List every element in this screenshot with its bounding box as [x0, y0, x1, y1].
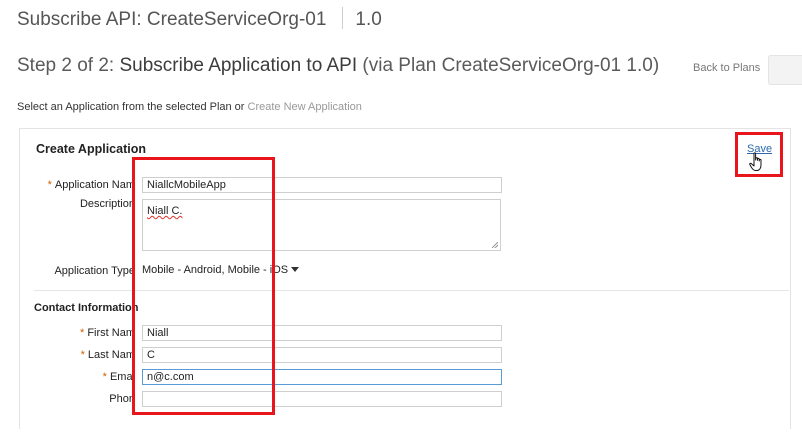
title-divider [342, 7, 344, 29]
form-fields-highlight [132, 157, 275, 415]
step-plan: (via Plan CreateServiceOrg-01 1.0) [362, 55, 660, 76]
first-name-label: * First Nam [80, 327, 135, 339]
application-type-label: Application Type [54, 265, 135, 277]
intro-sentence: Select an Application from the selected … [17, 101, 245, 113]
email-label: * Emai [102, 371, 135, 383]
hand-cursor-icon [749, 152, 762, 171]
resize-handle-icon[interactable] [492, 242, 498, 248]
step-title: Step 2 of 2: Subscribe Application to AP… [17, 55, 659, 77]
step-prefix: Step 2 of 2: [17, 55, 115, 76]
last-name-label: * Last Nam [80, 349, 135, 361]
api-version: 1.0 [355, 9, 382, 30]
back-to-plans-link[interactable]: Back to Plans [693, 62, 760, 74]
page-title-text: Subscribe API: CreateServiceOrg-01 [17, 9, 327, 30]
dropdown-caret-icon[interactable] [291, 267, 300, 272]
description-label: Description [79, 198, 135, 210]
next-button-edge[interactable] [768, 55, 802, 85]
contact-information-heading: Contact Information [34, 302, 139, 314]
page-title: Subscribe API: CreateServiceOrg-01 1.0 [17, 7, 382, 31]
step-heading: Subscribe Application to API [119, 55, 358, 76]
application-name-label: * Application Nam [47, 179, 135, 191]
create-new-application-link[interactable]: Create New Application [248, 101, 362, 113]
intro-text: Select an Application from the selected … [17, 101, 362, 113]
panel-title: Create Application [36, 142, 146, 156]
